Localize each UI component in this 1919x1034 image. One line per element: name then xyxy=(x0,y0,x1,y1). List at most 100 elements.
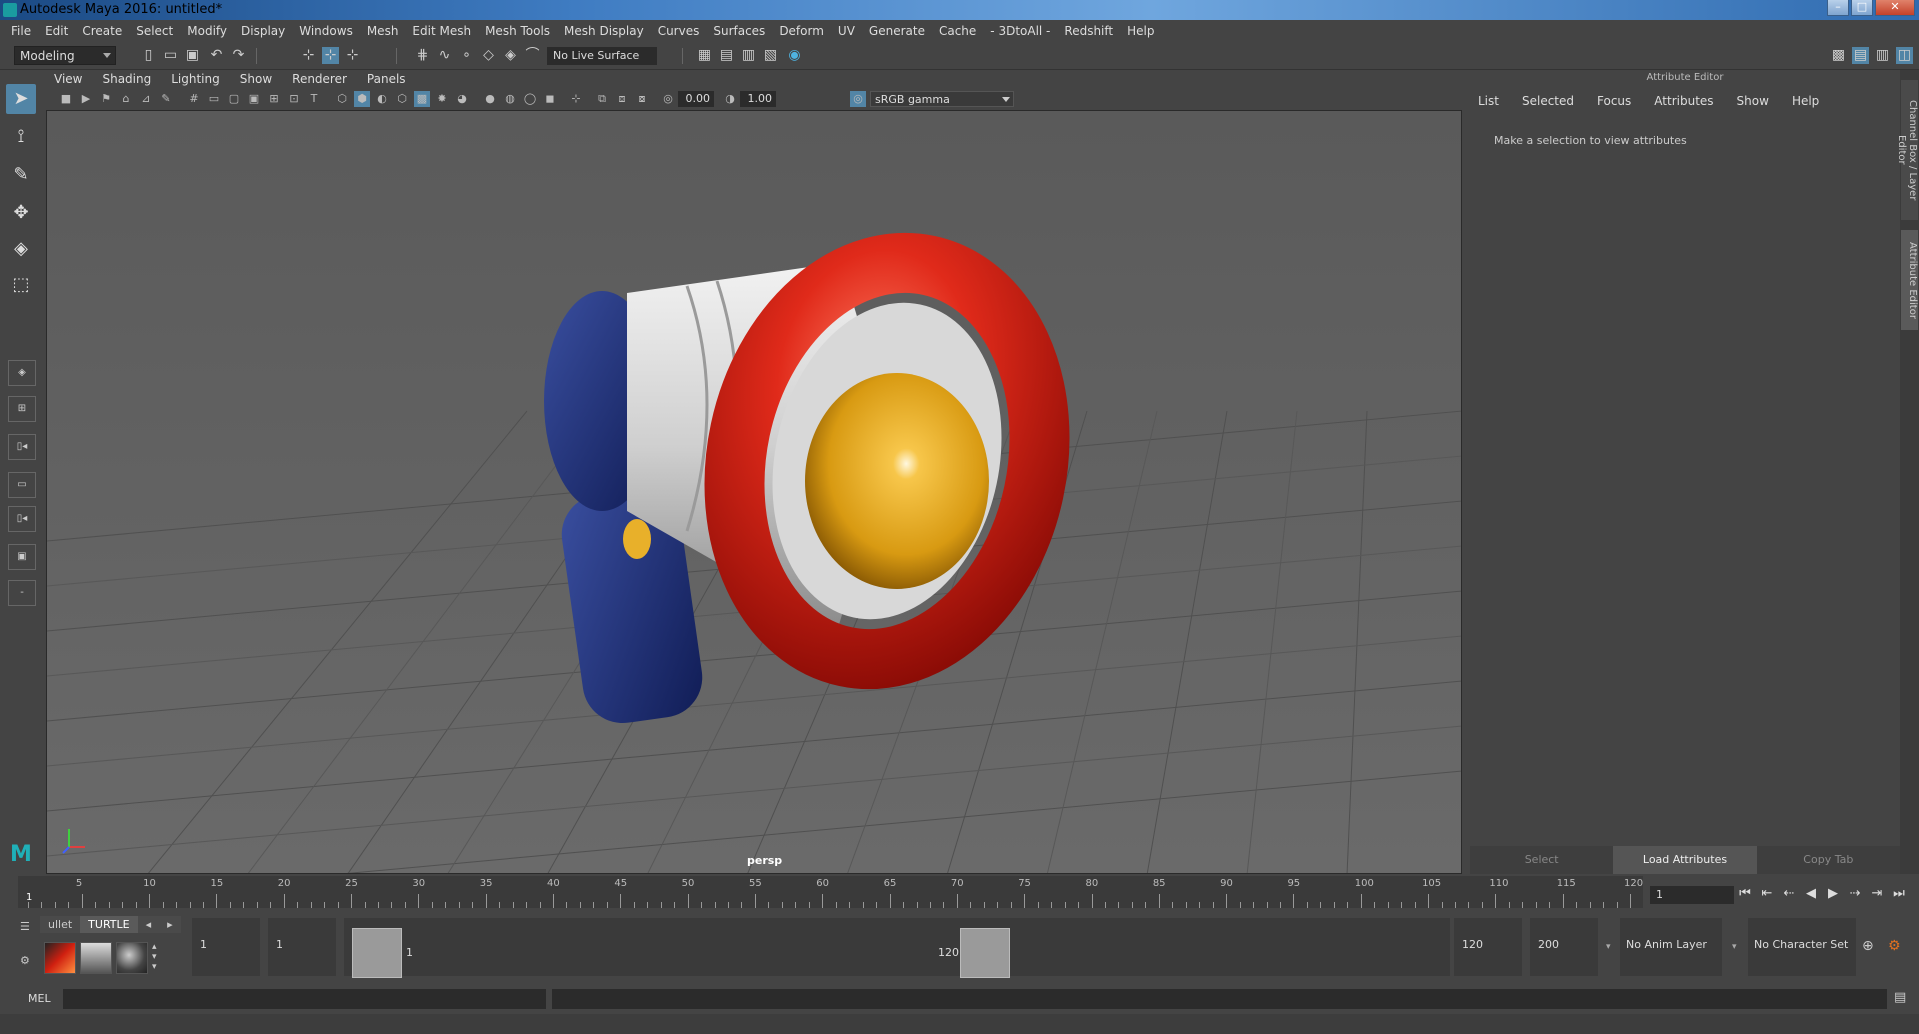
menu-mesh-tools[interactable]: Mesh Tools xyxy=(478,24,557,38)
gate-mask-icon[interactable]: ▣ xyxy=(246,91,262,107)
use-all-lights-icon[interactable]: ✸ xyxy=(434,91,450,107)
gamma-icon[interactable]: ◑ xyxy=(722,91,738,107)
attr-menu-selected[interactable]: Selected xyxy=(1522,94,1574,108)
camera-attributes-icon[interactable]: ▶ xyxy=(78,91,94,107)
go-to-start-icon[interactable]: ⏮ xyxy=(1736,884,1754,904)
character-set-chevron-icon[interactable]: ▾ xyxy=(1732,942,1737,952)
select-object-icon[interactable]: ⊹ xyxy=(322,47,339,64)
color-management-icon[interactable]: ◎ xyxy=(850,91,866,107)
attr-menu-help[interactable]: Help xyxy=(1792,94,1819,108)
menu-mesh-display[interactable]: Mesh Display xyxy=(557,24,651,38)
shelf-scroll-icon[interactable]: ▴ ▾ ▾ xyxy=(152,942,157,972)
safe-title-icon[interactable]: T xyxy=(306,91,322,107)
snap-view-plane-icon[interactable]: ◇ xyxy=(480,47,497,64)
live-surface-field[interactable]: No Live Surface xyxy=(547,47,657,65)
xray-icon[interactable]: ⧉ xyxy=(594,91,610,107)
turtle-bake-icon[interactable] xyxy=(80,942,112,974)
persp-outliner-layout-icon[interactable]: ▯◂ xyxy=(8,434,36,460)
undo-icon[interactable]: ↶ xyxy=(208,47,225,64)
shelf-prev-icon[interactable]: ◂ xyxy=(137,916,160,933)
close-button[interactable]: ✕ xyxy=(1875,0,1915,16)
select-hierarchy-icon[interactable]: ⊹ xyxy=(300,47,317,64)
resolution-gate-icon[interactable]: ▢ xyxy=(226,91,242,107)
snap-surface-icon[interactable]: ⌒ xyxy=(524,47,541,64)
command-language-label[interactable]: MEL xyxy=(28,992,51,1005)
step-forward-key-icon[interactable]: ⇥ xyxy=(1868,884,1886,904)
snap-point-icon[interactable]: ∘ xyxy=(458,47,475,64)
anim-layer-chevron-icon[interactable]: ▾ xyxy=(1606,942,1611,952)
attr-menu-list[interactable]: List xyxy=(1478,94,1499,108)
textured-icon[interactable]: ▩ xyxy=(414,91,430,107)
viewport-menu-panels[interactable]: Panels xyxy=(367,72,416,86)
exposure-field[interactable]: 0.00 xyxy=(678,91,714,107)
menu-edit-mesh[interactable]: Edit Mesh xyxy=(405,24,478,38)
play-forwards-icon[interactable]: ▶ xyxy=(1824,884,1842,904)
smooth-shade-icon[interactable]: ⬢ xyxy=(354,91,370,107)
play-backwards-icon[interactable]: ◀ xyxy=(1802,884,1820,904)
tool-settings-icon[interactable]: ▥ xyxy=(1874,47,1891,64)
motion-blur-icon[interactable]: ◍ xyxy=(502,91,518,107)
xray-joints-icon[interactable]: ⧈ xyxy=(614,91,630,107)
isolate-select-icon[interactable]: ⊹ xyxy=(568,91,584,107)
new-scene-icon[interactable]: ▯ xyxy=(140,47,157,64)
range-slider[interactable]: 1 120 xyxy=(344,918,1450,978)
paint-select-tool-icon[interactable]: ✎ xyxy=(6,160,36,190)
load-attributes-button[interactable]: Load Attributes xyxy=(1613,846,1757,874)
depth-of-field-icon[interactable]: ◼ xyxy=(542,91,558,107)
film-gate-icon[interactable]: ▭ xyxy=(206,91,222,107)
attr-menu-focus[interactable]: Focus xyxy=(1597,94,1631,108)
snap-grid-icon[interactable]: ⋕ xyxy=(414,47,431,64)
end-time-field[interactable]: 200 xyxy=(1530,918,1598,976)
menu-uv[interactable]: UV xyxy=(831,24,862,38)
auto-key-icon[interactable]: ⊕ xyxy=(1862,938,1874,954)
tab-attribute-editor[interactable]: Attribute Editor xyxy=(1901,230,1918,330)
safe-action-icon[interactable]: ⊡ xyxy=(286,91,302,107)
range-start-handle[interactable] xyxy=(352,928,402,978)
shelf-tab-bullet[interactable]: ullet xyxy=(40,916,81,933)
grease-pencil-icon[interactable]: ✎ xyxy=(158,91,174,107)
field-chart-icon[interactable]: ⊞ xyxy=(266,91,282,107)
render-view-icon[interactable]: ▦ xyxy=(696,47,713,64)
turtle-surface-icon[interactable] xyxy=(116,942,148,974)
single-perspective-layout-icon[interactable]: ◈ xyxy=(8,360,36,386)
menu-redshift[interactable]: Redshift xyxy=(1057,24,1120,38)
open-scene-icon[interactable]: ▭ xyxy=(162,47,179,64)
select-button[interactable]: Select xyxy=(1470,846,1614,874)
perspective-viewport[interactable]: persp xyxy=(46,110,1462,874)
anim-layer-dropdown[interactable]: No Anim Layer xyxy=(1620,918,1722,976)
grid-toggle-icon[interactable]: # xyxy=(186,91,202,107)
turtle-render-icon[interactable] xyxy=(44,942,76,974)
render-settings-icon[interactable]: ▧ xyxy=(762,47,779,64)
view-transform-dropdown[interactable]: sRGB gamma xyxy=(870,91,1014,107)
menu-3dtoall[interactable]: - 3DtoAll - xyxy=(983,24,1057,38)
shadows-icon[interactable]: ◕ xyxy=(454,91,470,107)
default-material-icon[interactable]: ◐ xyxy=(374,91,390,107)
snap-curve-icon[interactable]: ∿ xyxy=(436,47,453,64)
render-frame-icon[interactable]: ▤ xyxy=(718,47,735,64)
playback-start-field[interactable]: 1 xyxy=(268,918,336,976)
hypershade-layout-icon[interactable]: ▯◂ xyxy=(8,506,36,532)
step-forward-frame-icon[interactable]: ⇢ xyxy=(1846,884,1864,904)
gamma-field[interactable]: 1.00 xyxy=(740,91,776,107)
shelf-menu-icon[interactable]: ☰ xyxy=(20,920,30,933)
screen-space-ao-icon[interactable]: ● xyxy=(482,91,498,107)
menu-edit[interactable]: Edit xyxy=(38,24,75,38)
minimize-button[interactable]: – xyxy=(1827,0,1849,16)
menu-mesh[interactable]: Mesh xyxy=(360,24,406,38)
script-editor-icon[interactable]: ▤ xyxy=(1894,990,1906,1005)
wireframe-icon[interactable]: ⬡ xyxy=(334,91,350,107)
command-input[interactable] xyxy=(63,989,546,1009)
save-scene-icon[interactable]: ▣ xyxy=(184,47,201,64)
menu-windows[interactable]: Windows xyxy=(292,24,360,38)
four-view-layout-icon[interactable]: ⊞ xyxy=(8,396,36,422)
wireframe-on-shaded-icon[interactable]: ⬡ xyxy=(394,91,410,107)
hypershade-icon[interactable]: ◉ xyxy=(786,47,803,64)
range-end-handle[interactable] xyxy=(960,928,1010,978)
menu-help[interactable]: Help xyxy=(1120,24,1161,38)
go-to-end-icon[interactable]: ⏭ xyxy=(1890,884,1908,904)
viewport-menu-show[interactable]: Show xyxy=(240,72,282,86)
snap-live-icon[interactable]: ◈ xyxy=(502,47,519,64)
scale-tool-icon[interactable]: ⬚ xyxy=(6,270,36,300)
character-set-dropdown[interactable]: No Character Set xyxy=(1748,918,1856,976)
menu-deform[interactable]: Deform xyxy=(772,24,831,38)
